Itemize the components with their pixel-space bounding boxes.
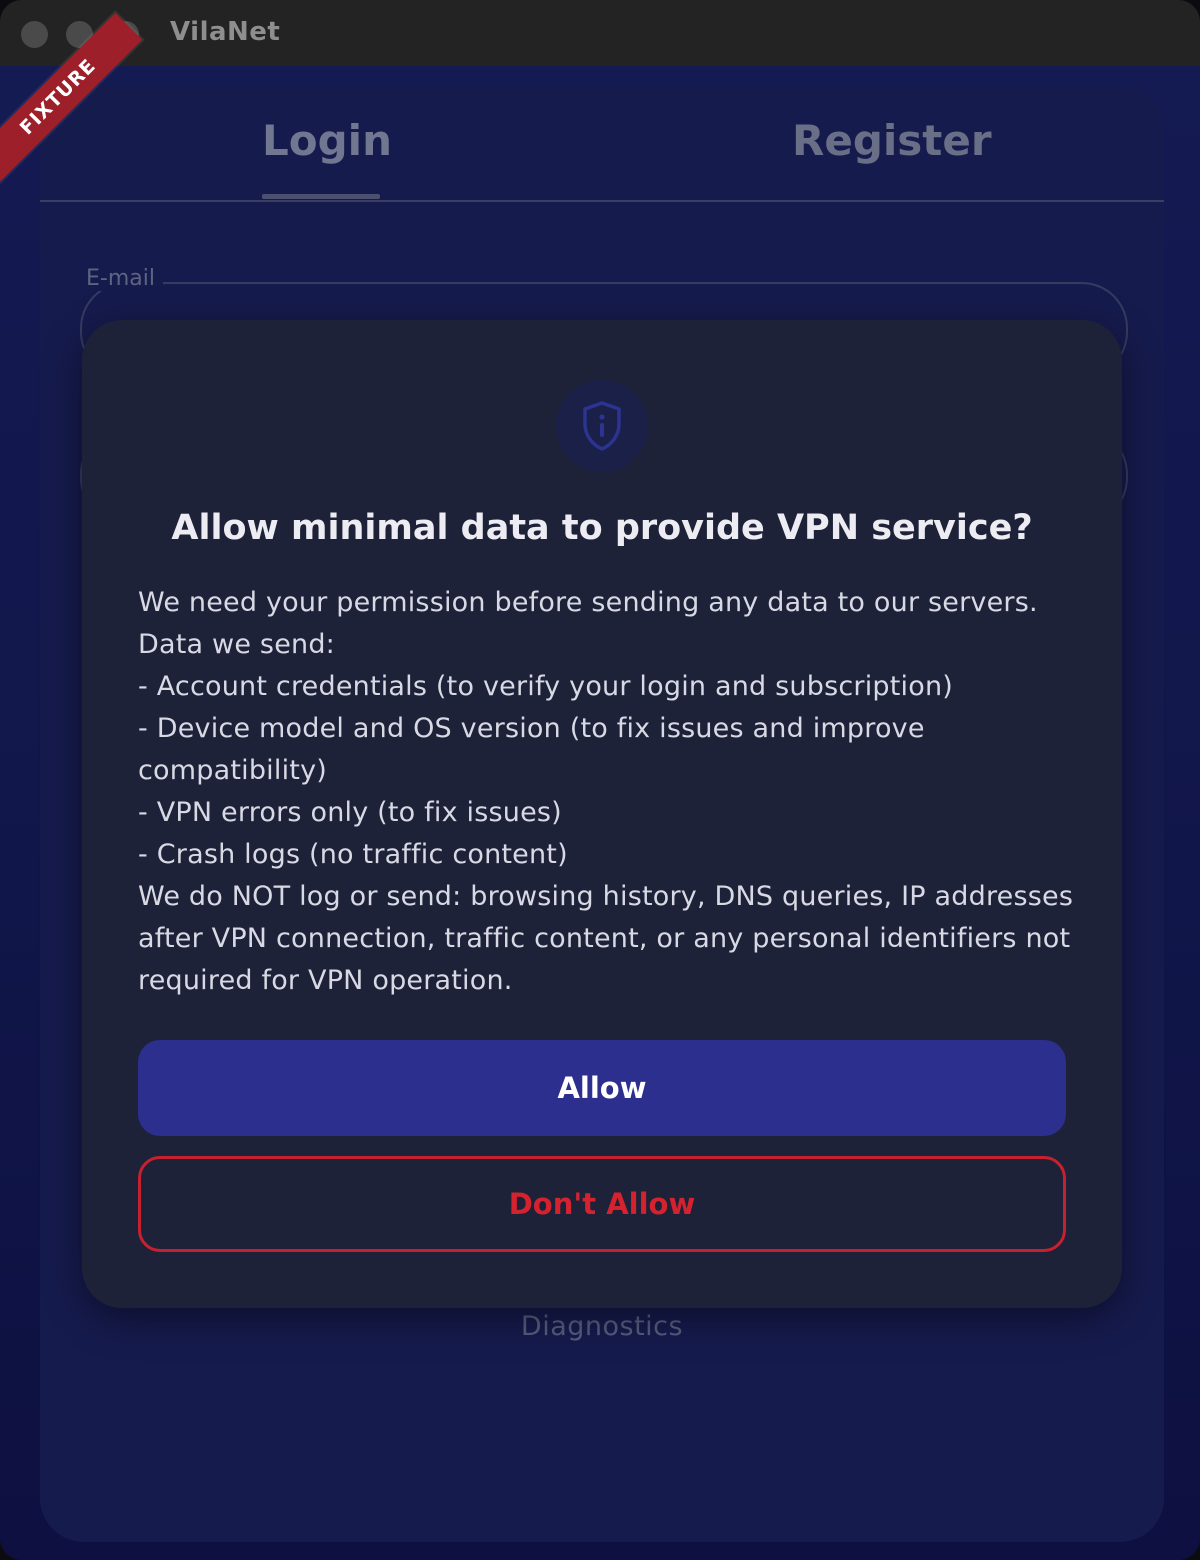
dialog-body-line: Data we send:	[138, 629, 335, 660]
dialog-body-line: We need your permission before sending a…	[138, 587, 1038, 618]
app-window: VilaNet FIXTURE Login Register E-mail Di…	[0, 0, 1200, 1560]
dialog-title: Allow minimal data to provide VPN servic…	[171, 508, 1033, 548]
window-title: VilaNet	[170, 17, 281, 47]
dialog-body-line: - Account credentials (to verify your lo…	[138, 671, 953, 702]
email-field-label: E-mail	[78, 266, 163, 291]
tab-login[interactable]: Login	[262, 116, 392, 165]
dialog-body: We need your permission before sending a…	[138, 582, 1078, 1002]
diagnostics-link[interactable]: Diagnostics	[40, 1311, 1164, 1342]
shield-info-icon	[583, 401, 621, 451]
allow-button[interactable]: Allow	[138, 1040, 1066, 1136]
active-tab-indicator	[262, 194, 380, 199]
dialog-icon-badge	[556, 380, 648, 472]
title-bar: VilaNet	[0, 0, 1200, 67]
dialog-body-line: - Device model and OS version (to fix is…	[138, 713, 925, 786]
close-window-button[interactable]	[21, 21, 48, 48]
auth-tabs: Login Register	[40, 86, 1164, 202]
dont-allow-button[interactable]: Don't Allow	[138, 1156, 1066, 1252]
dialog-body-line: - VPN errors only (to fix issues)	[138, 797, 562, 828]
dialog-body-line: We do NOT log or send: browsing history,…	[138, 881, 1074, 996]
dialog-body-line: - Crash logs (no traffic content)	[138, 839, 568, 870]
tab-register[interactable]: Register	[792, 116, 992, 165]
data-consent-dialog: Allow minimal data to provide VPN servic…	[82, 320, 1122, 1308]
